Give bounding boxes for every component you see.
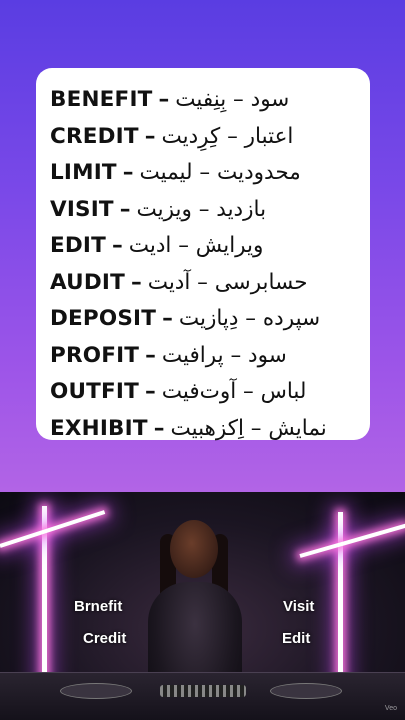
performer-head (170, 520, 218, 578)
vocab-row: LIMIT – محدودیت – لیمیت (50, 155, 360, 192)
vocab-separator: – (158, 87, 170, 112)
vocab-persian: بازدید – ویزیت (136, 196, 267, 222)
vocab-row: EDIT – ویرایش – ادیت (50, 228, 360, 265)
vocab-separator: – (122, 160, 134, 185)
overlay-label-benefit: Brnefit (74, 598, 123, 615)
vocab-row: OUTFIT – لباس – آوت‌فیت (50, 374, 360, 411)
vocab-row: EXHIBIT – نمایش – اِکزهبیت (50, 411, 360, 448)
vocab-persian: سود – پرافیت (161, 342, 287, 368)
vocab-persian: سود – بِنِفیت (175, 87, 290, 112)
vocab-separator: – (144, 123, 156, 149)
vocab-separator: – (144, 379, 156, 404)
vocab-separator: – (145, 342, 156, 368)
vocab-persian: محدودیت – لیمیت (139, 160, 301, 185)
neon-light-bar (299, 523, 405, 558)
vocab-english: OUTFIT (50, 379, 139, 404)
vocab-separator: – (130, 269, 142, 295)
vocab-english: EDIT (50, 233, 106, 258)
vocab-persian: حسابرسی – آدیت (147, 269, 308, 295)
overlay-label-visit: Visit (283, 598, 315, 615)
vocab-row: CREDIT – اعتبار – کِرِدیت (50, 119, 360, 156)
vocab-card: BENEFIT – سود – بِنِفیت CREDIT – اعتبار – کِر… (36, 68, 370, 441)
vocab-separator: – (153, 415, 165, 441)
video-scene (0, 492, 405, 720)
watermark: Veo (384, 705, 397, 712)
vocab-english: DEPOSIT (50, 306, 157, 331)
vocab-persian: لباس – آوت‌فیت (161, 379, 307, 404)
vocab-row: DEPOSIT – سپرده – دِپازیت (50, 301, 360, 338)
jog-wheel-right (270, 683, 342, 699)
vocab-english: LIMIT (50, 160, 117, 185)
overlay-label-edit: Edit (282, 630, 311, 647)
jog-wheel-left (60, 683, 132, 699)
vocab-persian: اعتبار – کِرِدیت (161, 123, 294, 149)
vocab-persian: ویرایش – ادیت (128, 233, 264, 258)
overlay-label-credit: Credit (83, 630, 127, 647)
vocab-english: BENEFIT (50, 87, 153, 112)
vocab-separator: – (162, 306, 173, 331)
vocab-row: AUDIT – حسابرسی – آدیت (50, 265, 360, 302)
vocab-persian: نمایش – اِکزهبیت (170, 415, 327, 441)
mixer-knobs (160, 685, 246, 697)
vocab-english: CREDIT (50, 123, 139, 149)
vocab-persian: سپرده – دِپازیت (178, 306, 321, 331)
vocab-english: PROFIT (50, 342, 140, 368)
vocab-separator: – (119, 196, 131, 222)
vocab-english: VISIT (50, 196, 114, 222)
neon-light-bar (0, 510, 106, 548)
vocab-row: PROFIT – سود – پرافیت (50, 338, 360, 375)
vocab-row: VISIT – بازدید – ویزیت (50, 192, 360, 229)
vocab-row: BENEFIT – سود – بِنِفیت (50, 82, 360, 119)
dj-deck (0, 672, 405, 720)
vocab-english: EXHIBIT (50, 415, 148, 441)
vocab-separator: – (112, 233, 123, 258)
vocab-english: AUDIT (50, 269, 125, 295)
